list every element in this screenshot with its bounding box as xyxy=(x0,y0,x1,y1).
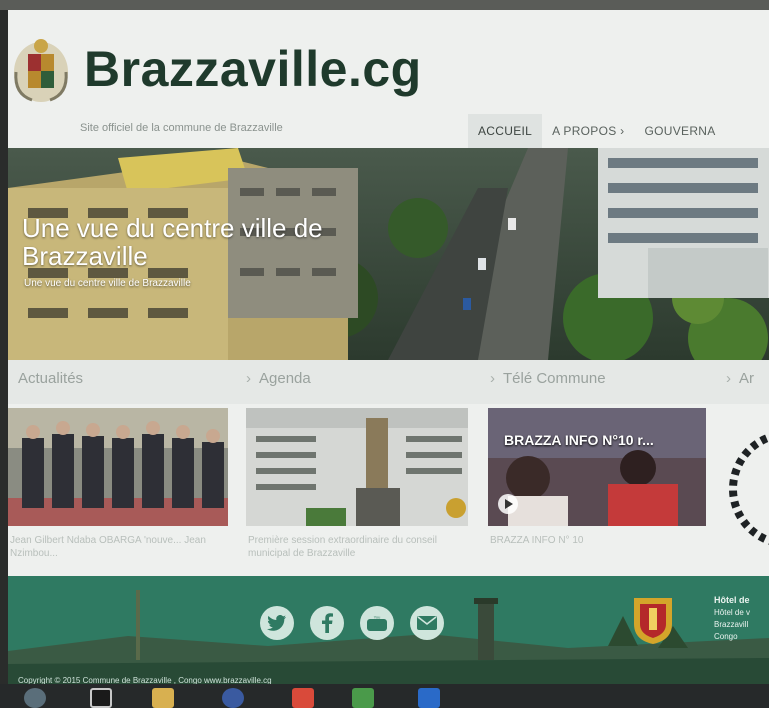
folder-icon[interactable] xyxy=(152,688,174,708)
green-app-icon[interactable] xyxy=(352,688,374,708)
footer-coat-of-arms xyxy=(634,598,672,644)
footer-contact-line: Congo xyxy=(714,632,738,641)
chrome-icon[interactable] xyxy=(292,688,314,708)
word-icon[interactable] xyxy=(418,688,440,708)
news-card[interactable]: Première session extraordinaire du conse… xyxy=(246,408,468,572)
video-card-caption[interactable]: BRAZZA INFO N° 10 xyxy=(490,534,699,547)
tab-actualites[interactable]: Actualités xyxy=(18,370,83,387)
tab-label: Agenda xyxy=(259,370,311,387)
chevron-right-icon: › xyxy=(246,370,251,387)
video-card[interactable]: BRAZZA INFO N°10 r... BRAZZA INFO N° 10 xyxy=(488,408,706,572)
coat-of-arms-logo[interactable] xyxy=(12,32,70,106)
news-card-caption[interactable]: Première session extraordinaire du conse… xyxy=(248,534,461,560)
youtube-icon[interactable]: You xyxy=(360,606,394,640)
footer-contact: Hôtel de Hôtel de v Brazzavill Congo xyxy=(714,594,769,643)
footer-contact-title: Hôtel de xyxy=(714,595,750,605)
footer-copyright: Copyright © 2015 Commune de Brazzaville … xyxy=(18,676,272,684)
tab-label: Ar xyxy=(739,370,754,387)
chevron-right-icon: › xyxy=(490,370,495,387)
tab-label: Actualités xyxy=(18,370,84,387)
os-taskbar xyxy=(0,684,769,708)
news-card-caption[interactable]: Jean Gilbert Ndaba OBARGA 'nouve... Jean… xyxy=(10,534,221,560)
chevron-right-icon: › xyxy=(726,370,731,387)
hero-subtitle: Une vue du centre ville de Brazzaville xyxy=(24,278,191,289)
nav-item-a-propos[interactable]: A PROPOS › xyxy=(542,114,634,148)
tab-tele-commune[interactable]: › Télé Commune xyxy=(490,370,606,387)
tab-archives[interactable]: › Ar xyxy=(726,370,754,387)
news-card-image xyxy=(246,408,468,526)
start-button-icon[interactable] xyxy=(24,688,46,708)
browser-screen: Brazzaville.cg Site officiel de la commu… xyxy=(8,10,769,684)
hp-app-icon[interactable] xyxy=(222,688,244,708)
site-header: Brazzaville.cg Site officiel de la commu… xyxy=(8,10,769,148)
news-cards: Jean Gilbert Ndaba OBARGA 'nouve... Jean… xyxy=(8,404,769,576)
site-tagline: Site officiel de la commune de Brazzavil… xyxy=(80,122,283,134)
partial-seal-logo xyxy=(729,433,769,545)
video-title: BRAZZA INFO N°10 r... xyxy=(504,432,654,448)
nav-item-gouvernance[interactable]: GOUVERNA xyxy=(634,114,725,148)
hero-title: Une vue du centre ville de Brazzaville xyxy=(22,213,323,271)
twitter-icon[interactable] xyxy=(260,606,294,640)
main-nav: ACCUEIL A PROPOS › GOUVERNA xyxy=(468,114,726,148)
tab-agenda[interactable]: › Agenda xyxy=(246,370,311,387)
hero-slideshow[interactable]: Une vue du centre ville de Brazzaville U… xyxy=(8,148,769,360)
footer-contact-line: Hôtel de v xyxy=(714,608,751,617)
site-footer: You Hôtel de Hôtel de v Brazzavill Congo… xyxy=(8,576,769,684)
footer-contact-line: Brazzavill xyxy=(714,620,749,629)
facebook-icon[interactable] xyxy=(310,606,344,640)
section-tabs: Actualités › Agenda › Télé Commune › Ar xyxy=(8,360,769,404)
site-title[interactable]: Brazzaville.cg xyxy=(84,40,422,98)
news-card-image xyxy=(8,408,228,526)
media-app-icon[interactable] xyxy=(90,688,112,708)
svg-text:You: You xyxy=(374,615,381,620)
video-thumbnail[interactable]: BRAZZA INFO N°10 r... xyxy=(488,408,706,526)
nav-item-accueil[interactable]: ACCUEIL xyxy=(468,114,543,148)
tab-label: Télé Commune xyxy=(503,370,606,387)
mail-icon[interactable] xyxy=(410,606,444,640)
news-card[interactable]: Jean Gilbert Ndaba OBARGA 'nouve... Jean… xyxy=(8,408,228,572)
monitor-top-bezel xyxy=(0,0,769,10)
